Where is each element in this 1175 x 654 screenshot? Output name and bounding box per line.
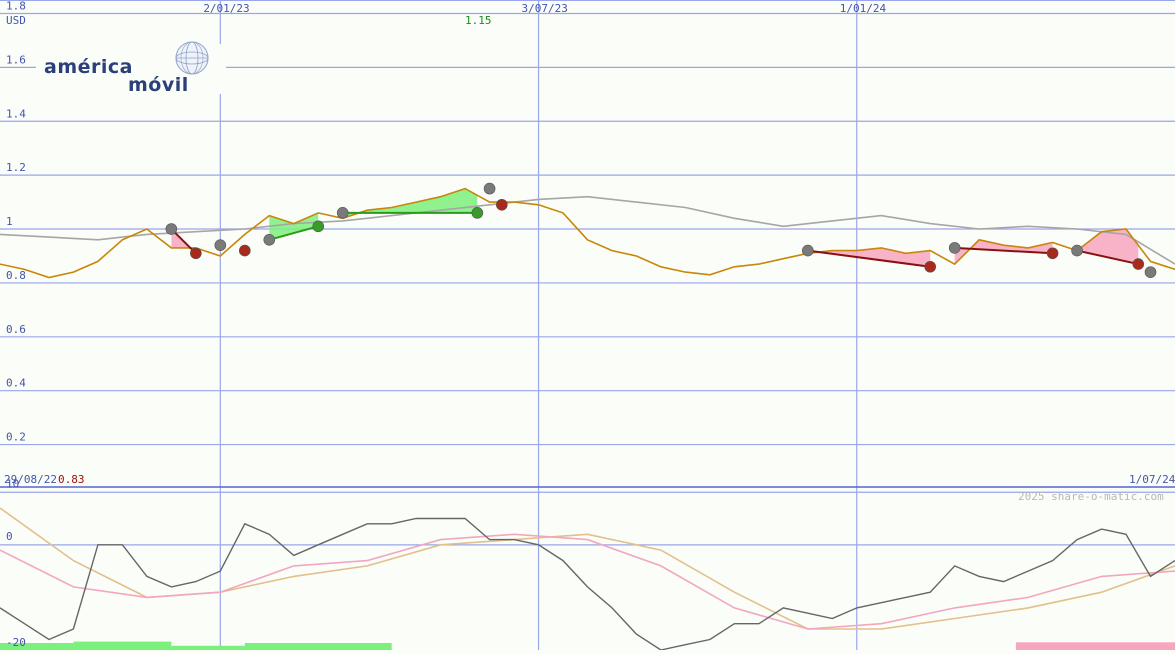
logo: américa móvil <box>36 41 226 96</box>
logo-word-movil: móvil <box>128 74 189 96</box>
signal-marker-neutral <box>802 244 814 257</box>
logo-word-america: américa <box>44 56 133 78</box>
signal-marker-neutral <box>1144 266 1157 278</box>
signal-marker-neutral <box>483 182 496 195</box>
signal-marker-down <box>1046 247 1059 260</box>
y-tick-label: 0.2 <box>6 431 26 444</box>
slow-average-line <box>0 507 1175 630</box>
grid <box>0 0 1175 650</box>
start-date-label: 29/08/22 <box>4 473 57 486</box>
volume-bar-gain <box>73 641 172 650</box>
y-tick-label: 1.4 <box>6 107 26 120</box>
y-tick-label: 0.6 <box>6 323 26 336</box>
y-tick-label: 1.2 <box>6 161 26 174</box>
x-tick-label: 3/07/23 <box>522 2 568 15</box>
globe-icon <box>175 41 209 75</box>
momentum-panel <box>0 491 1175 651</box>
lower-y-tick-label: 0 <box>6 530 13 543</box>
momentum-line <box>0 517 1175 651</box>
chart-stage: 0.2 0.4 0.6 0.8 1 1.2 1.4 1.6 1.8 2/01/23 3/07/23 1… <box>0 0 1175 651</box>
signal-marker-neutral <box>336 207 349 219</box>
signal-marker-up <box>471 207 484 219</box>
signal-marker-up <box>312 220 325 233</box>
signal-marker-neutral <box>165 223 178 235</box>
credit-label: 2025 share-o-matic.com <box>1018 490 1164 503</box>
signal-marker-neutral <box>948 242 961 254</box>
end-date-label: 1/07/24 <box>1129 473 1175 486</box>
low-label: 0.83 <box>58 473 85 486</box>
high-label: 1.15 <box>465 14 492 27</box>
currency-label: USD <box>6 14 26 27</box>
signal-marker-neutral <box>214 239 227 251</box>
tick-labels: 0.2 0.4 0.6 0.8 1 1.2 1.4 1.6 1.8 2/01/23 3/07/23 1… <box>6 0 887 649</box>
y-tick-label: 0.4 <box>6 377 26 390</box>
lower-y-tick-label: -20 <box>6 636 26 649</box>
price-chart: 0.2 0.4 0.6 0.8 1 1.2 1.4 1.6 1.8 2/01/23 3/07/23 1… <box>0 0 1175 651</box>
fast-average-line <box>0 533 1175 630</box>
volume-bar-gain <box>244 643 392 650</box>
x-tick-label: 2/01/23 <box>203 2 249 15</box>
y-tick-label: 1.8 <box>6 0 26 12</box>
y-tick-label: 1 <box>6 215 13 228</box>
signal-marker-down <box>924 260 937 273</box>
signal-marker-neutral <box>1071 244 1083 257</box>
signal-marker-down <box>238 244 251 257</box>
signal-marker-down <box>190 247 202 260</box>
volume-bar-loss <box>1015 642 1175 650</box>
signal-markers <box>165 182 1157 278</box>
x-tick-label: 1/01/24 <box>840 2 887 15</box>
volume-bar-gain <box>171 645 245 650</box>
signal-marker-neutral <box>263 234 276 246</box>
signal-marker-down <box>1132 258 1145 270</box>
y-tick-label: 1.6 <box>6 53 26 66</box>
y-tick-label: 0.8 <box>6 269 26 282</box>
signal-marker-down <box>496 198 508 211</box>
